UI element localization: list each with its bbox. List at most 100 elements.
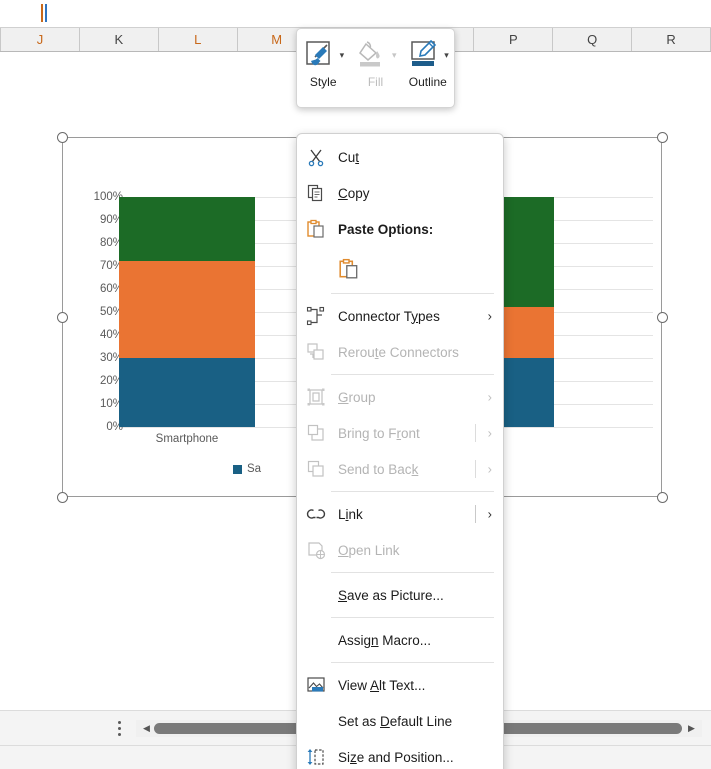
chevron-right-icon: › — [487, 308, 492, 324]
menu-item-view-alt-text-label: View Alt Text... — [338, 677, 426, 693]
column-header-k[interactable]: K — [80, 28, 159, 51]
chevron-down-icon[interactable]: ▾ — [444, 51, 449, 60]
menu-item-copy-label: Copy — [338, 185, 370, 201]
menu-item-group-label: Group — [338, 389, 376, 405]
y-tick: 70% — [99, 260, 123, 272]
menu-item-size-and-position[interactable]: Size and Position... — [297, 739, 503, 769]
shape-mini-toolbar: ▾ Style ▾ Fill ▾ Outline — [296, 28, 455, 108]
menu-separator — [475, 460, 476, 478]
y-tick: 80% — [99, 237, 123, 249]
sheet-tab-overflow-handle[interactable] — [112, 718, 126, 738]
column-j-marker — [41, 4, 47, 22]
menu-item-save-as-picture-label: Save as Picture... — [338, 587, 444, 603]
menu-item-reroute-connectors: Reroute Connectors — [297, 334, 503, 370]
menu-divider — [331, 662, 494, 663]
copy-icon — [306, 183, 332, 203]
menu-divider — [331, 293, 494, 294]
alt-text-icon — [306, 675, 332, 695]
fill-button: ▾ Fill — [349, 29, 401, 107]
y-tick: 40% — [99, 329, 123, 341]
menu-item-reroute-connectors-label: Reroute Connectors — [338, 344, 459, 360]
scroll-left-arrow-icon[interactable]: ◀ — [138, 720, 155, 737]
fill-button-label: Fill — [367, 75, 384, 89]
selection-handle-bottom-left[interactable] — [57, 492, 68, 503]
clipboard-icon — [306, 219, 332, 239]
selection-handle-top-left[interactable] — [57, 132, 68, 143]
bring-to-front-icon — [306, 423, 332, 443]
y-axis-tick-labels: 100% 90% 80% 70% 60% 50% 40% 30% 20% 10%… — [71, 190, 123, 432]
style-button[interactable]: ▾ Style — [297, 29, 349, 107]
y-tick: 50% — [99, 306, 123, 318]
menu-item-assign-macro-label: Assign Macro... — [338, 632, 432, 648]
blank-icon — [306, 630, 332, 650]
y-tick: 0% — [106, 421, 123, 433]
column-header-q[interactable]: Q — [553, 28, 633, 51]
outline-button-label: Outline — [408, 75, 447, 89]
menu-item-link-label: Link — [338, 506, 363, 522]
y-tick: 100% — [93, 191, 123, 203]
blank-icon — [306, 711, 332, 731]
open-link-icon — [306, 540, 332, 560]
column-header-l[interactable]: L — [159, 28, 238, 51]
outline-button[interactable]: ▾ Outline — [402, 29, 454, 107]
y-tick: 90% — [99, 214, 123, 226]
chevron-right-icon: › — [487, 506, 492, 522]
menu-item-send-to-back-label: Send to Back — [338, 461, 419, 477]
paste-keep-source-icon[interactable] — [338, 258, 364, 279]
bar-smartphone[interactable] — [119, 197, 255, 427]
menu-item-link[interactable]: Link › — [297, 496, 503, 532]
menu-item-set-as-default-line[interactable]: Set as Default Line — [297, 703, 503, 739]
shape-context-menu: Cut Copy Paste Options: Connector Types … — [296, 133, 504, 769]
y-tick: 60% — [99, 283, 123, 295]
y-tick: 10% — [99, 398, 123, 410]
column-header-j[interactable]: J — [0, 28, 80, 51]
paste-option-row — [297, 247, 503, 289]
chevron-right-icon: › — [487, 461, 492, 477]
menu-item-open-link-label: Open Link — [338, 542, 400, 558]
menu-item-assign-macro[interactable]: Assign Macro... — [297, 622, 503, 658]
menu-item-bring-to-front-label: Bring to Front — [338, 425, 420, 441]
chevron-down-icon: ▾ — [391, 50, 397, 60]
formula-area-stub — [0, 0, 711, 27]
chart-legend: Sa — [233, 463, 261, 475]
bar-segment-series-1 — [119, 358, 255, 427]
scissors-icon — [306, 147, 332, 167]
menu-item-paste-options-label: Paste Options: — [338, 221, 434, 237]
selection-handle-middle-left[interactable] — [57, 312, 68, 323]
blank-icon — [306, 585, 332, 605]
selection-handle-bottom-right[interactable] — [657, 492, 668, 503]
menu-item-open-link: Open Link — [297, 532, 503, 568]
menu-item-copy[interactable]: Copy — [297, 175, 503, 211]
menu-divider — [331, 572, 494, 573]
menu-divider — [331, 617, 494, 618]
menu-item-connector-types[interactable]: Connector Types › — [297, 298, 503, 334]
link-icon — [306, 504, 332, 524]
legend-label-series-1: Sa — [247, 463, 262, 475]
shape-outline-icon: ▾ — [407, 38, 449, 72]
menu-item-connector-types-label: Connector Types — [338, 308, 440, 324]
scroll-right-arrow-icon[interactable]: ▶ — [683, 720, 700, 737]
reroute-connectors-icon — [306, 342, 332, 362]
menu-item-bring-to-front: Bring to Front › — [297, 415, 503, 451]
size-position-icon — [306, 747, 332, 767]
column-header-r[interactable]: R — [632, 28, 711, 51]
shape-style-icon: ▾ — [302, 38, 344, 72]
menu-item-paste-options: Paste Options: — [297, 211, 503, 247]
menu-item-send-to-back: Send to Back › — [297, 451, 503, 487]
excel-worksheet-window: JKLMNOPQR 100% 90% 80% 70% 60% 50 — [0, 0, 711, 769]
menu-item-view-alt-text[interactable]: View Alt Text... — [297, 667, 503, 703]
menu-item-cut[interactable]: Cut — [297, 139, 503, 175]
menu-divider — [331, 374, 494, 375]
menu-item-save-as-picture[interactable]: Save as Picture... — [297, 577, 503, 613]
category-label-smartphone: Smartphone — [155, 433, 219, 445]
send-to-back-icon — [306, 459, 332, 479]
chevron-right-icon: › — [487, 389, 492, 405]
chevron-down-icon[interactable]: ▾ — [340, 51, 345, 60]
selection-handle-top-right[interactable] — [657, 132, 668, 143]
menu-separator — [475, 505, 476, 523]
menu-separator — [475, 424, 476, 442]
fill-bucket-icon: ▾ — [354, 38, 396, 72]
selection-handle-middle-right[interactable] — [657, 312, 668, 323]
chevron-right-icon: › — [487, 425, 492, 441]
column-header-p[interactable]: P — [474, 28, 554, 51]
